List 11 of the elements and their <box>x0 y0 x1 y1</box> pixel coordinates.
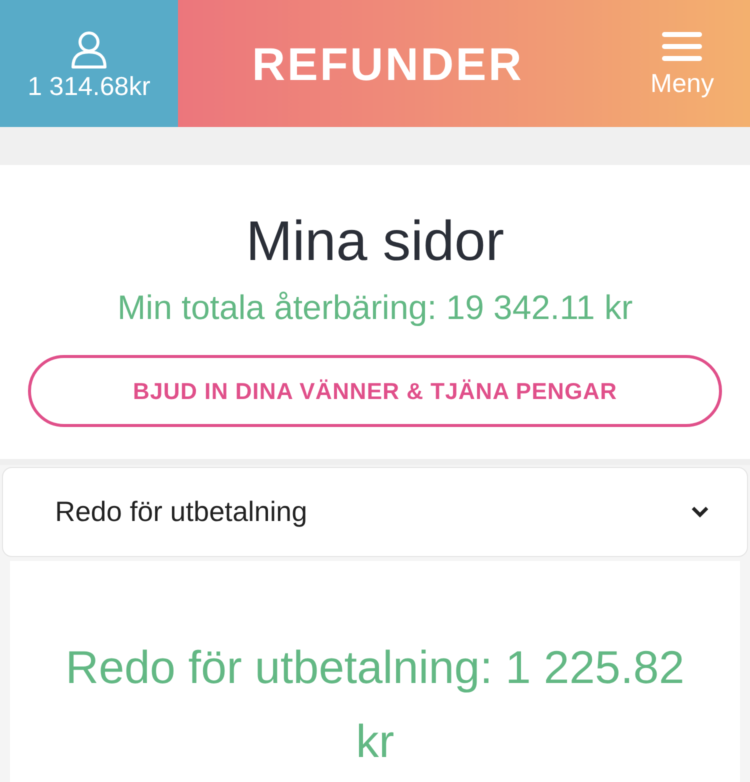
page-title: Mina sidor <box>246 213 504 269</box>
payout-dropdown[interactable]: Redo för utbetalning <box>2 467 748 557</box>
chevron-down-icon <box>691 506 709 518</box>
total-refund-text: Min totala återbäring: 19 342.11 kr <box>117 291 633 325</box>
account-button[interactable]: 1 314.68kr <box>0 0 178 127</box>
user-icon <box>69 28 109 68</box>
logo: REFUNDER <box>252 40 524 86</box>
payout-amount: Redo för utbetalning: 1 225.82 kr <box>64 640 686 769</box>
menu-button[interactable]: Meny <box>650 32 714 96</box>
invite-button[interactable]: BJUD IN DINA VÄNNER & TJÄNA PENGAR <box>28 355 722 427</box>
menu-icon <box>662 32 702 62</box>
